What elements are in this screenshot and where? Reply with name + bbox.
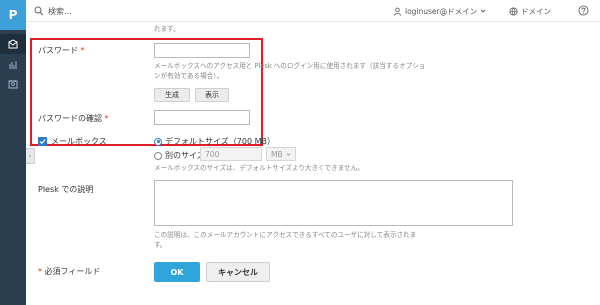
generate-password-button[interactable]: 生成 [154, 88, 190, 102]
check-icon [39, 139, 46, 145]
user-icon [393, 7, 402, 16]
plesk-logo[interactable]: P [0, 0, 26, 30]
required-mark: * [38, 267, 42, 276]
mailbox-label: メールボックス [51, 137, 107, 146]
required-mark: * [80, 46, 85, 55]
required-mark: * [104, 114, 109, 123]
main-form: れます。 パスワード * メールボックスへのアクセス用と Plesk へのログイ… [26, 22, 600, 305]
user-menu[interactable]: loginuser@ドメイン [393, 5, 486, 17]
custom-size-radio[interactable] [154, 151, 162, 160]
custom-size-option[interactable]: 別のサイズ [154, 150, 205, 161]
show-password-button[interactable]: 表示 [195, 88, 229, 102]
default-size-radio[interactable] [154, 137, 162, 146]
bar-chart-icon [9, 61, 17, 69]
custom-size-label: 別のサイズ [165, 151, 205, 160]
description-textarea[interactable] [154, 180, 513, 226]
mailbox-size-hint: メールボックスのサイズは、デフォルトサイズより大きくできません。 [154, 164, 364, 172]
description-hint: この説明は、このメールアカウントにアクセスできるすべてのユーザに対して表示されま… [154, 231, 417, 249]
mailbox-checkbox[interactable] [38, 137, 47, 146]
user-label: loginuser@ドメイン [405, 6, 478, 16]
top-note: れます。 [154, 25, 180, 33]
default-size-option[interactable]: デフォルトサイズ（700 MB） [154, 136, 275, 147]
rail-item-statistics[interactable] [0, 54, 26, 74]
mail-icon [8, 39, 18, 49]
password-confirm-input[interactable] [154, 110, 250, 125]
cancel-button[interactable]: キャンセル [206, 262, 270, 282]
globe-icon [509, 6, 518, 16]
required-legend: * 必須フィールド [38, 267, 101, 276]
chevron-down-icon [480, 9, 486, 13]
search-input[interactable] [48, 3, 248, 19]
mailbox-checkbox-row[interactable]: メールボックス [38, 136, 107, 147]
top-bar: loginuser@ドメイン ドメイン [26, 0, 600, 22]
left-rail: P [0, 0, 26, 305]
search-icon [34, 6, 44, 16]
default-size-label: デフォルトサイズ（700 MB） [165, 137, 275, 146]
chevron-down-icon [286, 152, 291, 156]
description-label: Plesk での説明 [38, 185, 94, 194]
password-confirm-label: パスワードの確認 * [38, 114, 109, 123]
ok-button[interactable]: OK [154, 262, 200, 282]
domain-label: ドメイン [521, 6, 551, 16]
rail-item-accounts[interactable] [0, 74, 26, 94]
password-input[interactable] [154, 43, 250, 58]
domain-menu[interactable]: ドメイン [509, 5, 551, 17]
rail-item-mail[interactable] [0, 34, 26, 54]
password-label: パスワード * [38, 46, 85, 55]
size-unit-select[interactable]: MB [266, 147, 296, 161]
help-icon[interactable] [578, 5, 589, 16]
custom-size-input[interactable]: 700 [200, 147, 262, 161]
account-icon [8, 80, 18, 89]
password-hint: メールボックスへのアクセス用と Plesk へのログイン用に使用されます（該当す… [154, 62, 426, 80]
